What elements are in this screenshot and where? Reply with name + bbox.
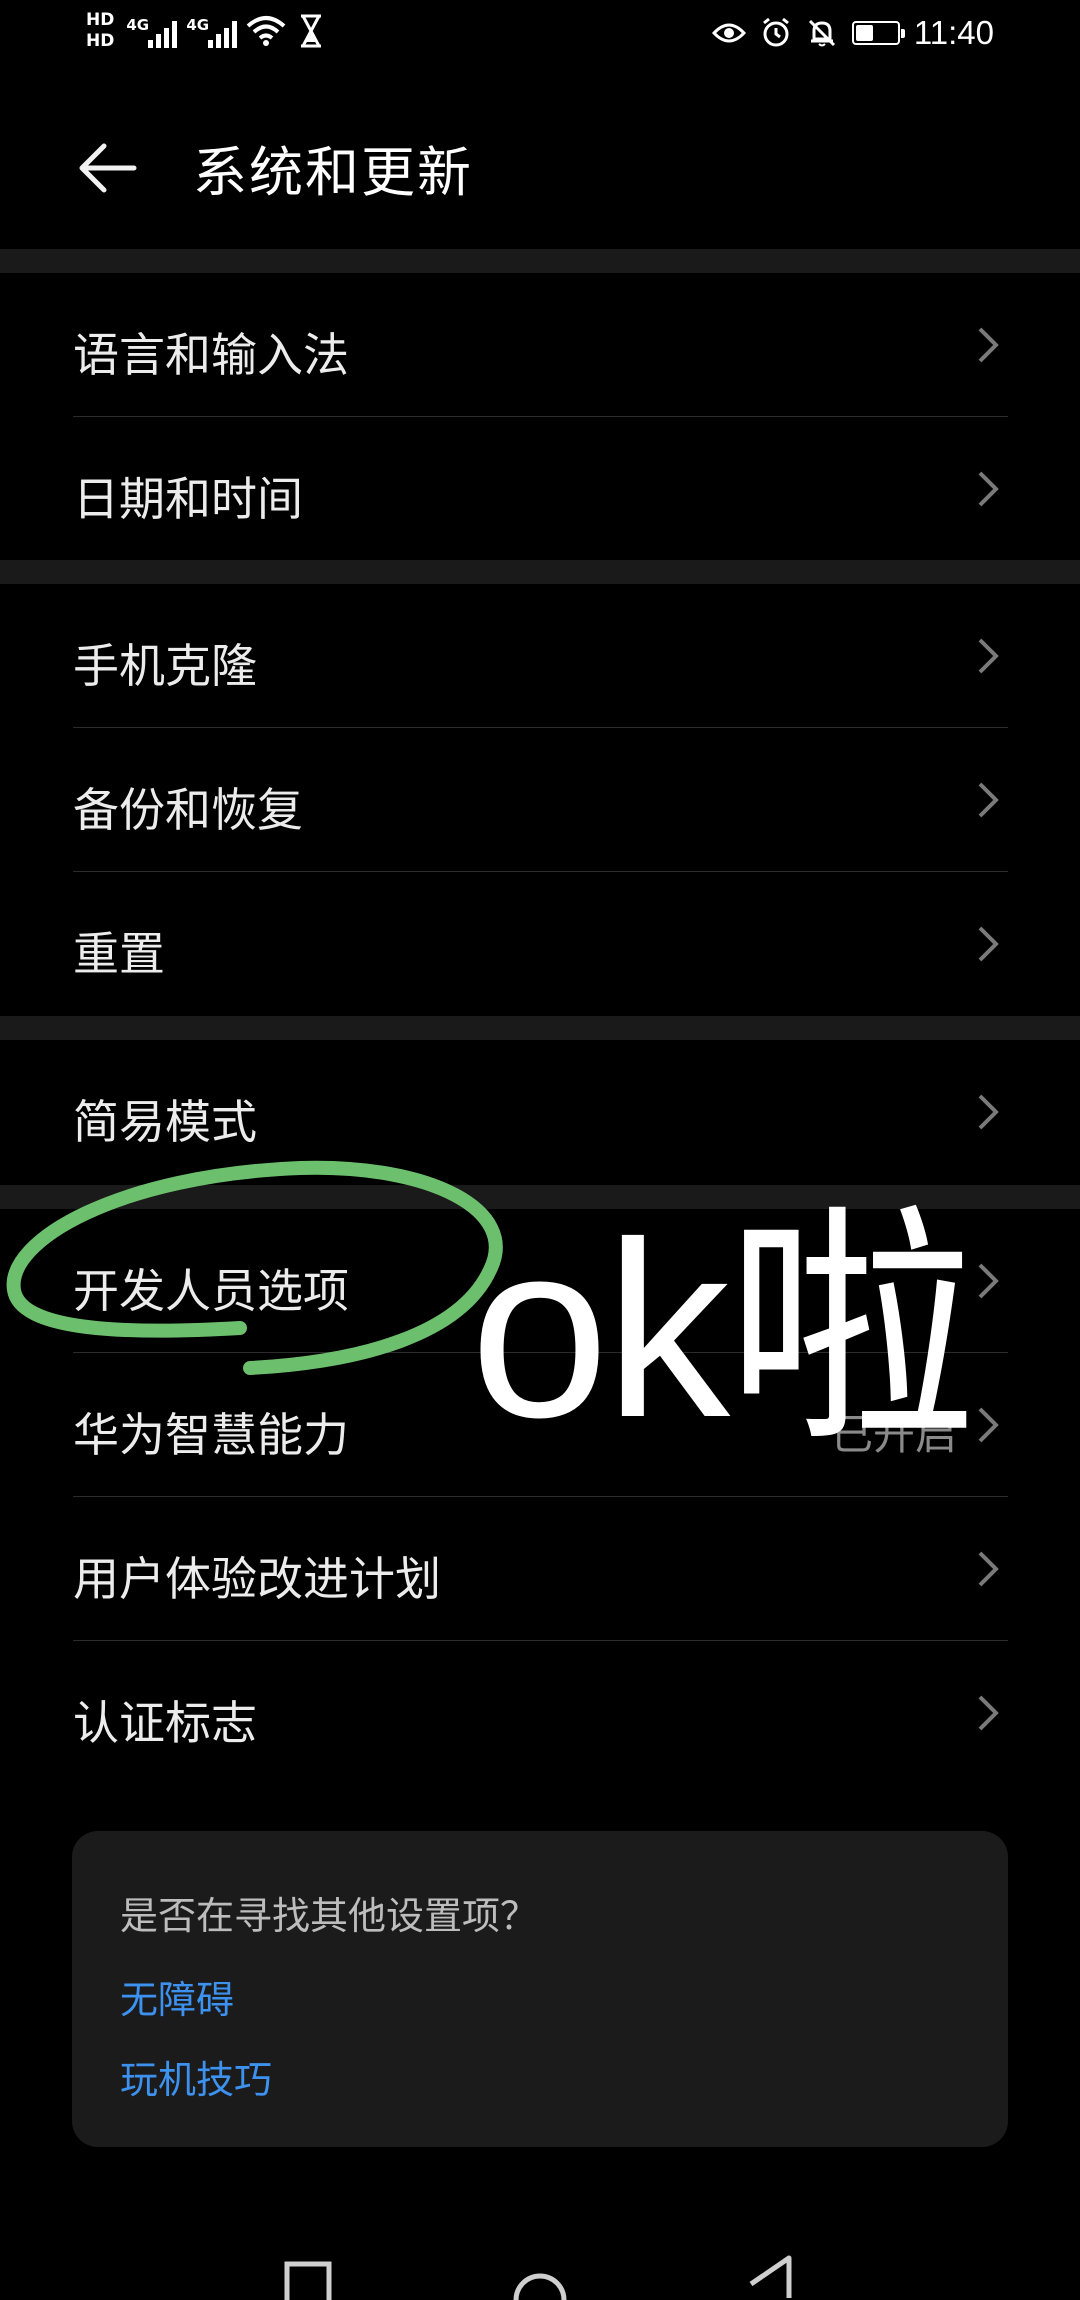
list-item-label: 用户体验改进计划	[73, 1552, 441, 1606]
suggestion-card: 是否在寻找其他设置项？ 无障碍 玩机技巧	[72, 1831, 1008, 2147]
list-item-language[interactable]: 语言和输入法	[0, 273, 1080, 417]
list-item-label: 简易模式	[73, 1095, 257, 1149]
group-divider	[0, 249, 1080, 273]
chevron-right-icon	[978, 782, 999, 818]
list-item-label: 认证标志	[73, 1696, 257, 1750]
hd-label-2: HD	[86, 31, 115, 51]
list-item-label: 语言和输入法	[73, 328, 349, 382]
suggestion-question: 是否在寻找其他设置项？	[120, 1894, 539, 1938]
network-label-1: 4G	[126, 16, 150, 34]
chevron-right-icon	[978, 1407, 999, 1443]
network-label-2: 4G	[186, 16, 210, 34]
list-item-label: 备份和恢复	[73, 783, 303, 837]
status-value: 已开启	[830, 1410, 957, 1459]
list-item-label: 重置	[73, 927, 165, 981]
home-icon[interactable]	[512, 2256, 568, 2300]
signal-icon: 4G	[126, 10, 178, 52]
status-right: 11:40	[711, 14, 994, 52]
list-item-label: 日期和时间	[73, 472, 303, 526]
group-divider	[0, 1016, 1080, 1040]
alarm-icon	[762, 17, 789, 47]
list-item-label: 开发人员选项	[73, 1264, 349, 1318]
list-item-label: 手机克隆	[73, 639, 257, 693]
chevron-right-icon	[978, 1263, 999, 1299]
chevron-right-icon	[978, 926, 999, 962]
status-time: 11:40	[913, 14, 994, 51]
list-item-developer-options[interactable]: 开发人员选项	[0, 1209, 1080, 1353]
chevron-right-icon	[978, 1094, 999, 1130]
list-item-phone-clone[interactable]: 手机克隆	[0, 584, 1080, 728]
settings-group-3: 简易模式	[0, 1040, 1080, 1184]
link-accessibility[interactable]: 无障碍	[120, 1969, 234, 2024]
list-item-label: 华为智慧能力	[73, 1408, 349, 1462]
eye-icon	[711, 23, 746, 43]
status-bar: HD HD 4G 4G 11:40	[0, 0, 1080, 80]
page-title: 系统和更新	[193, 141, 473, 204]
chevron-right-icon	[978, 1695, 999, 1731]
list-item-user-experience[interactable]: 用户体验改进计划	[0, 1497, 1080, 1641]
recent-apps-icon[interactable]	[283, 2260, 333, 2300]
chevron-right-icon	[978, 327, 999, 363]
back-nav-icon[interactable]	[745, 2254, 795, 2298]
status-left: HD HD 4G 4G	[86, 10, 324, 52]
bell-off-icon	[808, 19, 835, 47]
chevron-right-icon	[978, 471, 999, 507]
settings-group-1: 语言和输入法 日期和时间	[0, 273, 1080, 561]
list-item-huawei-ai[interactable]: 华为智慧能力 已开启	[0, 1353, 1080, 1497]
chevron-right-icon	[978, 1551, 999, 1587]
hd-icon: HD HD	[86, 10, 114, 52]
link-tips[interactable]: 玩机技巧	[120, 2049, 272, 2104]
app-header: 系统和更新	[0, 110, 1080, 220]
list-item-reset[interactable]: 重置	[0, 872, 1080, 1016]
wifi-icon	[247, 16, 286, 46]
settings-group-2: 手机克隆 备份和恢复 重置	[0, 584, 1080, 1016]
arrow-left-icon[interactable]	[72, 132, 144, 204]
hd-label-1: HD	[86, 10, 115, 30]
hourglass-icon	[301, 14, 322, 48]
signal-icon-2: 4G	[186, 10, 238, 52]
chevron-right-icon	[978, 638, 999, 674]
group-divider	[0, 560, 1080, 584]
settings-group-4: 开发人员选项 华为智慧能力 已开启 用户体验改进计划 认证标志	[0, 1209, 1080, 1785]
system-nav-bar	[0, 2240, 1080, 2300]
list-item-simple-mode[interactable]: 简易模式	[0, 1040, 1080, 1184]
list-item-backup-restore[interactable]: 备份和恢复	[0, 728, 1080, 872]
list-item-certification[interactable]: 认证标志	[0, 1641, 1080, 1785]
group-divider	[0, 1185, 1080, 1209]
battery-icon	[851, 21, 905, 45]
list-item-date-time[interactable]: 日期和时间	[0, 417, 1080, 561]
